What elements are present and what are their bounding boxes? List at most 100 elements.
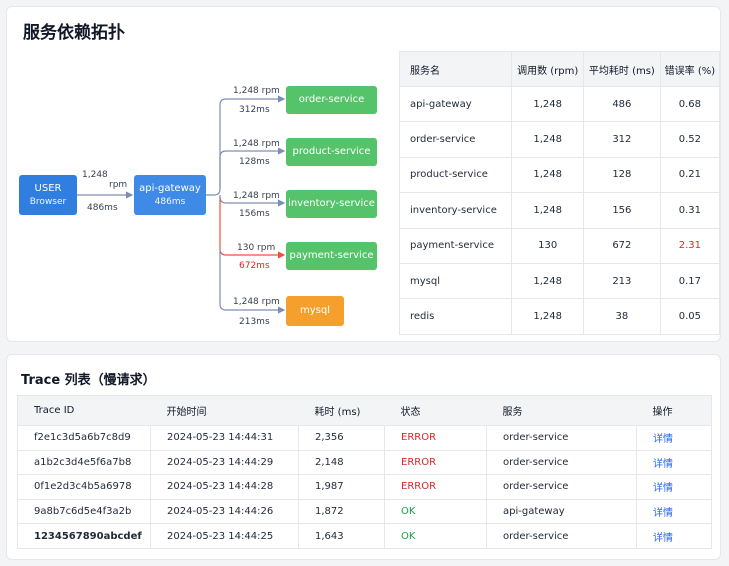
- trace-table-header-row: Trace ID 开始时间 耗时 (ms) 状态 服务 操作: [17, 395, 712, 426]
- edge-product-rpm: 1,248 rpm: [233, 139, 280, 149]
- edge-inventory-rpm: 1,248 rpm: [233, 191, 280, 201]
- service-err-cell: 2.31: [659, 227, 721, 264]
- trace-start-cell: 2024-05-23 14:44:29: [150, 450, 299, 476]
- trace-row[interactable]: 9a8b7c6d5e4f3a2b 2024-05-23 14:44:26 1,872…: [17, 499, 712, 525]
- trace-detail-link[interactable]: 详情: [653, 483, 673, 494]
- trace-duration-cell: 1,872: [298, 499, 385, 525]
- service-row: redis 1,248 38 0.05: [398, 298, 721, 335]
- service-avg-cell: 312: [582, 121, 661, 158]
- trace-id-cell: 0f1e2d3c4b5a6978: [17, 474, 151, 500]
- service-avg-cell: 128: [582, 156, 661, 194]
- trace-start-cell: 2024-05-23 14:44:31: [150, 425, 299, 451]
- service-row: order-service 1,248 312 0.52: [398, 121, 721, 158]
- service-calls-cell: 130: [511, 227, 584, 264]
- edge-order-latency: 312ms: [239, 105, 270, 115]
- service-name-cell: redis: [398, 298, 513, 335]
- product-service-node[interactable]: product-service: [286, 138, 377, 166]
- trace-start-cell: 2024-05-23 14:44:26: [150, 499, 299, 525]
- service-avg-cell: 213: [582, 262, 661, 300]
- user-edge-rpm-unit: rpm: [109, 180, 128, 190]
- mysql-node[interactable]: mysql: [286, 296, 344, 326]
- edge-mysql-latency: 213ms: [239, 317, 270, 327]
- col-avg-latency: 平均耗时 (ms): [582, 51, 661, 87]
- trace-duration-cell: 1,987: [298, 474, 385, 500]
- col-calls: 调用数 (rpm): [511, 51, 584, 87]
- service-name-cell: payment-service: [398, 227, 513, 264]
- service-avg-cell: 672: [582, 227, 661, 264]
- trace-status-cell: OK: [384, 523, 487, 549]
- trace-list-title: Trace 列表（慢请求）: [21, 373, 156, 388]
- order-service-node[interactable]: order-service: [286, 86, 377, 114]
- trace-status-cell: ERROR: [384, 425, 487, 451]
- trace-row[interactable]: 1234567890abcdef 2024-05-23 14:44:25 1,643…: [17, 523, 712, 549]
- user-edge-rpm: 1,248: [82, 170, 108, 180]
- edge-inventory-latency: 156ms: [239, 209, 270, 219]
- trace-detail-link[interactable]: 详情: [653, 434, 673, 445]
- col-service-name: 服务名: [398, 51, 513, 87]
- edge-product-latency: 128ms: [239, 157, 270, 167]
- trace-status-cell: ERROR: [384, 474, 487, 500]
- service-name-cell: mysql: [398, 262, 513, 300]
- trace-duration-cell: 1,643: [298, 523, 385, 549]
- trace-detail-link[interactable]: 详情: [653, 459, 673, 470]
- col-start-time: 开始时间: [150, 395, 299, 426]
- trace-start-cell: 2024-05-23 14:44:25: [150, 523, 299, 549]
- edge-mysql-rpm: 1,248 rpm: [233, 297, 280, 307]
- service-row: payment-service 130 672 2.31: [398, 227, 721, 264]
- trace-detail-link[interactable]: 详情: [653, 508, 673, 519]
- topology-graph: USER Browser 1,248 rpm 486ms api-gateway…: [7, 7, 407, 343]
- col-trace-id: Trace ID: [17, 395, 151, 426]
- payment-service-node[interactable]: payment-service: [286, 242, 377, 270]
- trace-status-cell: OK: [384, 499, 487, 525]
- gateway-node-sub: 486ms: [154, 196, 186, 207]
- topology-card: 服务依赖拓扑 USER Browser 1,248 rpm 486ms api-…: [6, 6, 721, 342]
- trace-id-cell: 1234567890abcdef: [17, 523, 151, 549]
- gateway-node-label: api-gateway: [139, 183, 201, 195]
- service-table-header-row: 服务名 调用数 (rpm) 平均耗时 (ms) 错误率 (%): [398, 51, 721, 87]
- trace-table: Trace ID 开始时间 耗时 (ms) 状态 服务 操作 f2e1c3d5a…: [17, 395, 712, 549]
- service-err-cell: 0.52: [659, 121, 721, 158]
- trace-row[interactable]: f2e1c3d5a6b7c8d9 2024-05-23 14:44:31 2,356…: [17, 425, 712, 451]
- service-name-cell: api-gateway: [398, 85, 513, 123]
- trace-service-cell: order-service: [486, 474, 637, 500]
- trace-id-cell: 9a8b7c6d5e4f3a2b: [17, 499, 151, 525]
- trace-service-cell: order-service: [486, 523, 637, 549]
- service-avg-cell: 156: [582, 192, 661, 229]
- col-service: 服务: [486, 395, 637, 426]
- trace-start-cell: 2024-05-23 14:44:28: [150, 474, 299, 500]
- user-node-sub: Browser: [29, 196, 67, 207]
- trace-list-card: Trace 列表（慢请求） Trace ID 开始时间 耗时 (ms) 状态 服…: [6, 354, 721, 560]
- trace-row[interactable]: a1b2c3d4e5f6a7b8 2024-05-23 14:44:29 2,148…: [17, 450, 712, 476]
- service-row: inventory-service 1,248 156 0.31: [398, 192, 721, 229]
- service-calls-cell: 1,248: [511, 156, 584, 194]
- service-calls-cell: 1,248: [511, 262, 584, 300]
- service-calls-cell: 1,248: [511, 192, 584, 229]
- col-status: 状态: [384, 395, 487, 426]
- col-action: 操作: [636, 395, 712, 426]
- trace-service-cell: api-gateway: [486, 499, 637, 525]
- trace-id-cell: f2e1c3d5a6b7c8d9: [17, 425, 151, 451]
- service-err-cell: 0.31: [659, 192, 721, 229]
- trace-row[interactable]: 0f1e2d3c4b5a6978 2024-05-23 14:44:28 1,987…: [17, 474, 712, 500]
- trace-duration-cell: 2,356: [298, 425, 385, 451]
- col-error-rate: 错误率 (%): [659, 51, 721, 87]
- edge-order-rpm: 1,248 rpm: [233, 86, 280, 96]
- trace-duration-cell: 2,148: [298, 450, 385, 476]
- user-node-label: USER: [34, 183, 62, 195]
- edge-payment-rpm: 130 rpm: [237, 243, 276, 253]
- service-calls-cell: 1,248: [511, 85, 584, 123]
- service-err-cell: 0.68: [659, 85, 721, 123]
- trace-detail-link[interactable]: 详情: [653, 533, 673, 544]
- edge-payment-latency: 672ms: [239, 261, 270, 271]
- inventory-service-node[interactable]: inventory-service: [286, 190, 377, 218]
- service-row: product-service 1,248 128 0.21: [398, 156, 721, 194]
- trace-id-cell: a1b2c3d4e5f6a7b8: [17, 450, 151, 476]
- gateway-node[interactable]: api-gateway 486ms: [134, 175, 206, 215]
- service-row: api-gateway 1,248 486 0.68: [398, 85, 721, 123]
- col-duration: 耗时 (ms): [298, 395, 385, 426]
- user-node[interactable]: USER Browser: [19, 175, 77, 215]
- user-edge-latency: 486ms: [87, 203, 118, 213]
- trace-service-cell: order-service: [486, 425, 637, 451]
- service-avg-cell: 38: [582, 298, 661, 335]
- service-calls-cell: 1,248: [511, 121, 584, 158]
